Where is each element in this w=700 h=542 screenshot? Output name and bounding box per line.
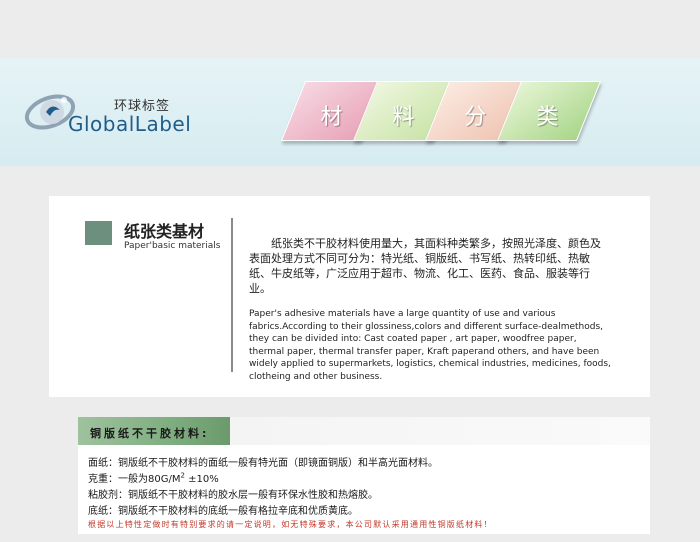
globallabel-logo[interactable]: 环球标签 GlobalLabel — [22, 82, 192, 144]
weight-line: 克重：一般为80G/M2 ±10% — [88, 470, 219, 485]
paper-materials-card: 纸张类基材 Paper'basic materials 纸张类不干胶材料使用量大… — [49, 196, 650, 397]
backing-paper-line: 底纸：铜版纸不干胶材料的底纸一般有格拉辛底和优质黄底。 — [88, 506, 358, 517]
section-divider — [231, 218, 233, 372]
special-request-note: 根据以上特性定做时有特别要求的请一定说明，如无特殊要求，本公司默认采用通用性铜版… — [88, 520, 493, 529]
logo-english: GlobalLabel — [68, 112, 192, 136]
adhesive-line: 粘胶剂：铜版纸不干胶材料的胶水层一般有环保水性胶和热熔胶。 — [88, 490, 378, 501]
description-english: Paper's adhesive materials have a large … — [249, 309, 611, 382]
section-color-swatch — [85, 221, 112, 245]
coated-paper-heading: 铜版纸不干胶材料: — [90, 427, 210, 440]
weight-text: 克重：一般为80G/M — [88, 474, 181, 485]
header-banner: 环球标签 GlobalLabel 材 料 分 类 — [0, 58, 700, 166]
weight-tolerance: ±10% — [184, 474, 219, 485]
section-title: 纸张类基材 — [124, 222, 205, 241]
coated-paper-heading-bar: 铜版纸不干胶材料: — [78, 417, 230, 445]
coated-paper-box: 铜版纸不干胶材料: 面纸：铜版纸不干胶材料的面纸一般有特光面（即镜面铜版）和半高… — [78, 417, 650, 534]
title-char-4: 类 — [536, 105, 559, 130]
description-chinese: 纸张类不干胶材料使用量大，其面料种类繁多，按照光泽度、颜色及表面处理方式不同可分… — [249, 237, 601, 295]
face-paper-line: 面纸：铜版纸不干胶材料的面纸一般有特光面（即镜面铜版）和半高光面材料。 — [88, 458, 438, 469]
section-subtitle: Paper'basic materials — [124, 241, 221, 251]
category-title-tiles: 材 料 分 类 — [273, 81, 602, 143]
heading-band — [230, 417, 650, 445]
